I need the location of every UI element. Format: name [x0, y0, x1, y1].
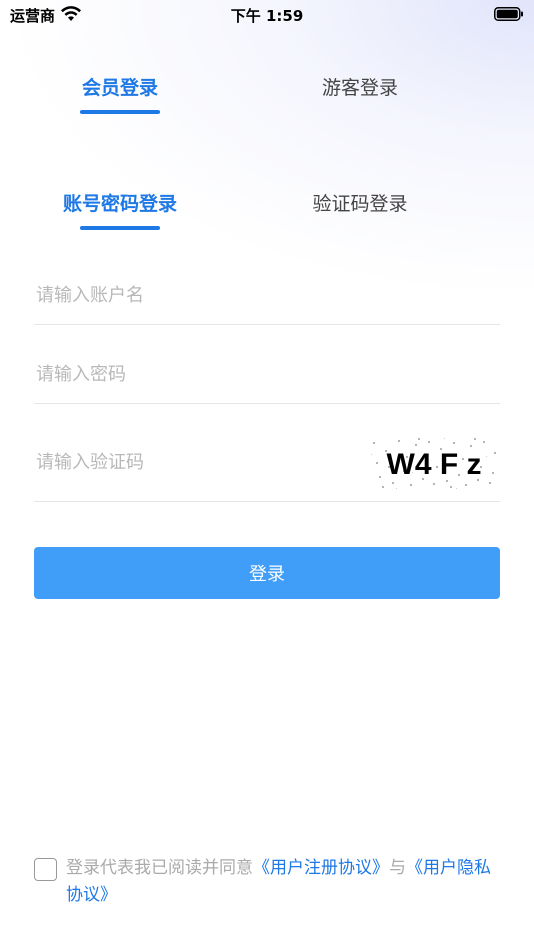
background-gradient	[0, 0, 534, 300]
login-method-tabs: 账号密码登录 验证码登录	[0, 186, 534, 236]
captcha-text: W4 F z	[387, 448, 482, 481]
tab-password-login[interactable]: 账号密码登录	[40, 186, 200, 230]
active-subtab-indicator	[80, 226, 160, 230]
user-registration-agreement-link[interactable]: 《用户注册协议》	[253, 858, 389, 878]
tab-guest-login[interactable]: 游客登录	[280, 70, 440, 106]
agreement-section: 登录代表我已阅读并同意《用户注册协议》与《用户隐私协议》	[34, 855, 504, 909]
login-button[interactable]: 登录	[34, 547, 500, 599]
tab-password-login-label: 账号密码登录	[62, 193, 177, 215]
tab-member-login-label: 会员登录	[81, 77, 158, 99]
battery-icon	[494, 7, 523, 21]
tab-member-login[interactable]: 会员登录	[40, 70, 200, 114]
clock: 下午 1:59	[230, 7, 304, 25]
agreement-prefix: 登录代表我已阅读并同意	[66, 858, 253, 878]
login-type-tabs: 会员登录 游客登录	[0, 70, 534, 120]
tab-guest-login-label: 游客登录	[321, 77, 398, 99]
tab-code-login-label: 验证码登录	[312, 193, 408, 215]
account-field	[34, 266, 500, 325]
status-bar: 运营商 下午 1:59	[0, 0, 534, 30]
password-input[interactable]	[34, 345, 334, 403]
active-tab-indicator	[80, 110, 160, 114]
captcha-input[interactable]	[34, 424, 334, 501]
agreement-conjunction: 与	[389, 858, 406, 878]
captcha-field: W4 F z	[34, 424, 500, 502]
password-field	[34, 345, 500, 404]
account-input[interactable]	[34, 266, 334, 324]
tab-code-login[interactable]: 验证码登录	[280, 186, 440, 222]
agreement-text: 登录代表我已阅读并同意《用户注册协议》与《用户隐私协议》	[34, 855, 504, 909]
captcha-image[interactable]: W4 F z	[370, 436, 498, 490]
agreement-checkbox[interactable]	[34, 858, 57, 881]
